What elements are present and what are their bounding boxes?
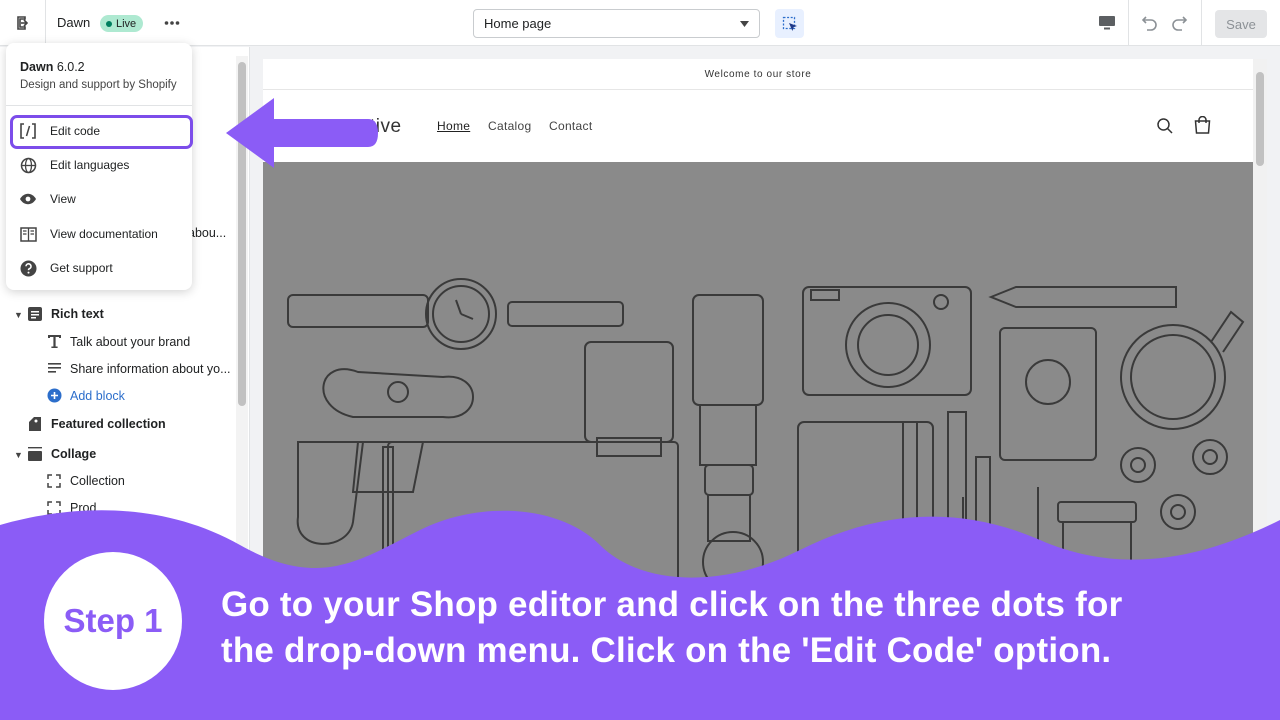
step-badge: Step 1 (44, 552, 182, 690)
instruction-text: Go to your Shop editor and click on the … (221, 585, 1123, 670)
